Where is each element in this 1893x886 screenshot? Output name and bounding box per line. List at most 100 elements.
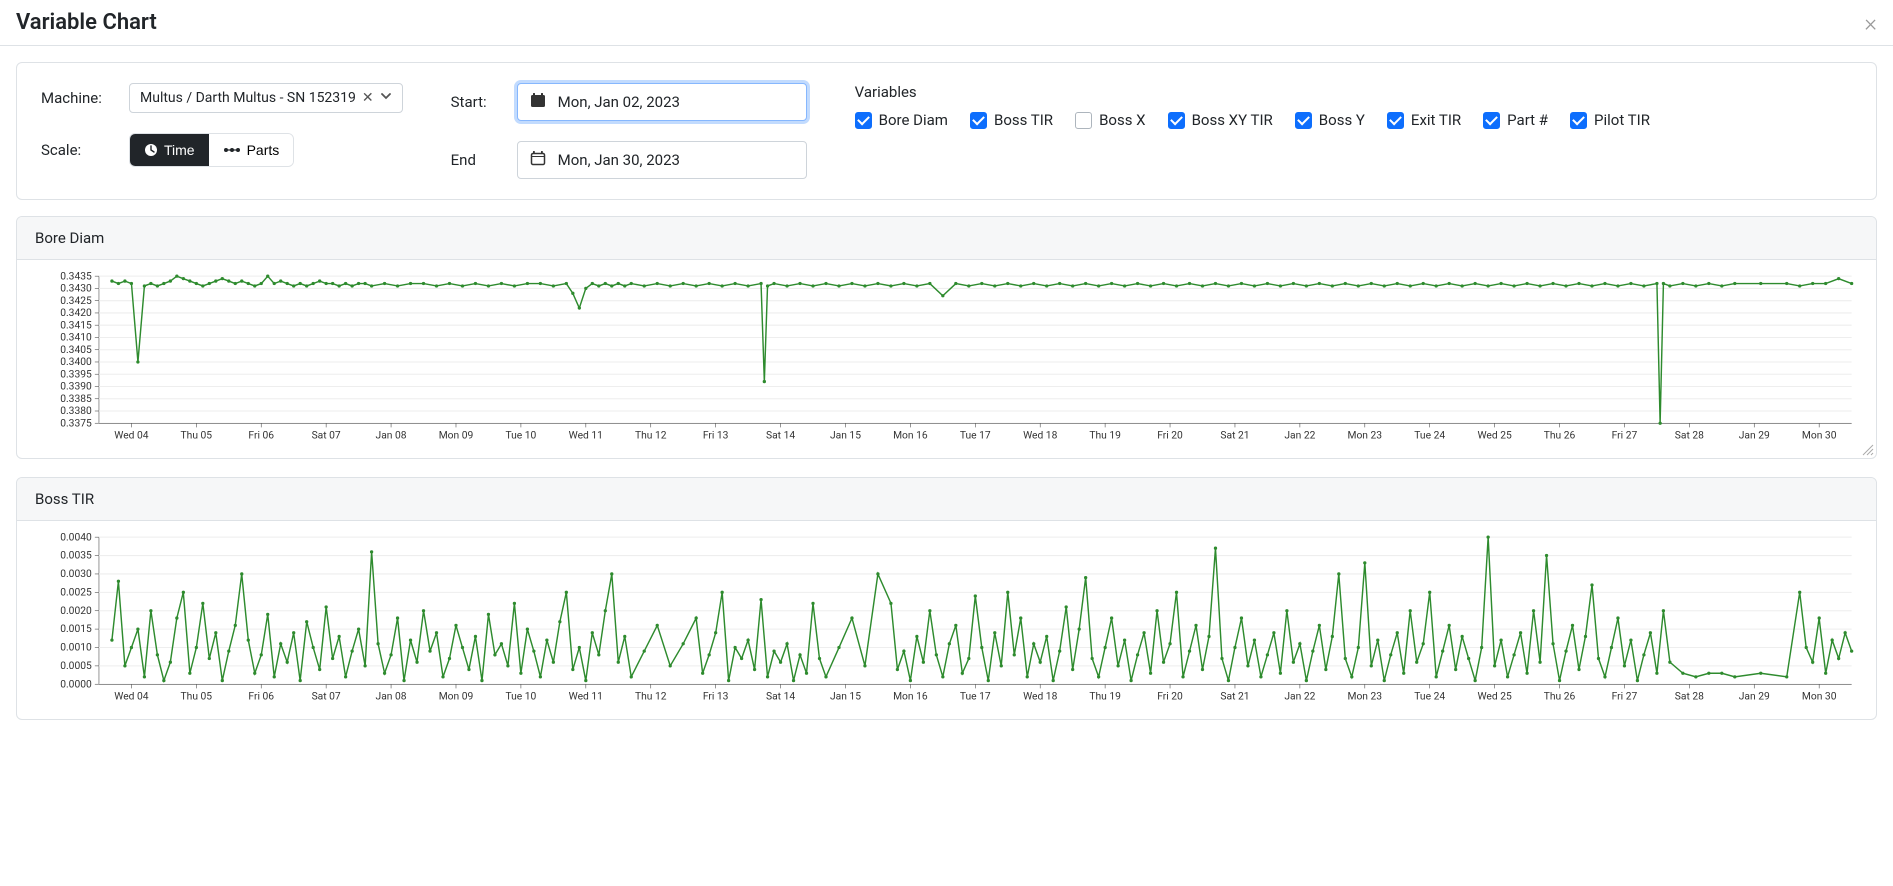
checkbox-label: Part # bbox=[1507, 111, 1548, 129]
connected-nodes-icon bbox=[223, 144, 241, 156]
end-date-input[interactable]: Mon, Jan 30, 2023 bbox=[517, 141, 807, 179]
machine-select[interactable]: Multus / Darth Multus - SN 152319 ✕ bbox=[129, 83, 403, 113]
checkbox-box[interactable] bbox=[970, 112, 987, 129]
controls-panel: Machine: Multus / Darth Multus - SN 1523… bbox=[16, 62, 1877, 200]
resize-handle-icon[interactable] bbox=[1862, 444, 1874, 456]
checkbox-boss_tir[interactable]: Boss TIR bbox=[970, 111, 1053, 129]
svg-text:Sat 21: Sat 21 bbox=[1220, 690, 1249, 703]
svg-text:Fri 20: Fri 20 bbox=[1157, 429, 1183, 442]
svg-text:Jan 15: Jan 15 bbox=[830, 690, 861, 703]
scale-time-button[interactable]: Time bbox=[130, 134, 209, 166]
checkbox-box[interactable] bbox=[1295, 112, 1312, 129]
svg-text:Wed 25: Wed 25 bbox=[1477, 690, 1512, 703]
checkbox-part_no[interactable]: Part # bbox=[1483, 111, 1548, 129]
start-date-value: Mon, Jan 02, 2023 bbox=[558, 93, 680, 111]
svg-text:Wed 25: Wed 25 bbox=[1477, 429, 1512, 442]
svg-text:Wed 18: Wed 18 bbox=[1023, 429, 1058, 442]
svg-text:Jan 22: Jan 22 bbox=[1284, 429, 1315, 442]
svg-text:Wed 18: Wed 18 bbox=[1023, 690, 1058, 703]
svg-text:0.0010: 0.0010 bbox=[60, 641, 92, 654]
checkbox-box[interactable] bbox=[855, 112, 872, 129]
svg-text:Jan 29: Jan 29 bbox=[1739, 429, 1770, 442]
chart-body[interactable]: 0.00000.00050.00100.00150.00200.00250.00… bbox=[17, 521, 1876, 719]
scale-parts-label: Parts bbox=[247, 142, 280, 158]
checkbox-pilot_tir[interactable]: Pilot TIR bbox=[1570, 111, 1650, 129]
svg-text:Sat 28: Sat 28 bbox=[1675, 429, 1704, 442]
svg-text:Wed 11: Wed 11 bbox=[569, 690, 603, 703]
svg-text:0.3400: 0.3400 bbox=[60, 355, 92, 368]
start-label: Start: bbox=[451, 93, 499, 111]
scale-parts-button[interactable]: Parts bbox=[209, 134, 294, 166]
start-date-input[interactable]: Mon, Jan 02, 2023 bbox=[517, 83, 807, 121]
checkbox-box[interactable] bbox=[1168, 112, 1185, 129]
svg-text:0.3425: 0.3425 bbox=[60, 294, 92, 307]
chevron-down-icon[interactable] bbox=[380, 90, 392, 106]
checkbox-label: Exit TIR bbox=[1411, 111, 1461, 129]
scale-toggle-group: Time Parts bbox=[129, 133, 294, 167]
checkbox-bore_diam[interactable]: Bore Diam bbox=[855, 111, 948, 129]
variables-label: Variables bbox=[855, 83, 1852, 101]
svg-text:0.3380: 0.3380 bbox=[60, 404, 92, 417]
chart-card-boss_tir_chart: Boss TIR0.00000.00050.00100.00150.00200.… bbox=[16, 477, 1877, 720]
chart-card-bore_diam_chart: Bore Diam0.33750.33800.33850.33900.33950… bbox=[16, 216, 1877, 459]
svg-text:Sat 07: Sat 07 bbox=[312, 690, 341, 703]
checkbox-exit_tir[interactable]: Exit TIR bbox=[1387, 111, 1461, 129]
checkbox-box[interactable] bbox=[1483, 112, 1500, 129]
machine-value: Multus / Darth Multus - SN 152319 bbox=[140, 90, 356, 106]
svg-text:0.3410: 0.3410 bbox=[60, 331, 92, 344]
svg-text:0.0015: 0.0015 bbox=[60, 622, 92, 635]
chart-title: Boss TIR bbox=[17, 478, 1876, 521]
svg-text:Mon 16: Mon 16 bbox=[893, 690, 928, 703]
svg-text:0.3405: 0.3405 bbox=[60, 343, 92, 356]
checkbox-box[interactable] bbox=[1387, 112, 1404, 129]
svg-text:Jan 08: Jan 08 bbox=[376, 429, 407, 442]
checkbox-label: Boss TIR bbox=[994, 111, 1053, 129]
clock-icon bbox=[144, 143, 158, 157]
checkbox-boss_x[interactable]: Boss X bbox=[1075, 111, 1146, 129]
svg-text:Thu 05: Thu 05 bbox=[181, 690, 213, 703]
svg-text:Tue 10: Tue 10 bbox=[505, 690, 536, 703]
svg-text:Fri 27: Fri 27 bbox=[1612, 690, 1638, 703]
checkbox-box[interactable] bbox=[1570, 112, 1587, 129]
svg-text:0.3435: 0.3435 bbox=[60, 270, 92, 282]
calendar-icon bbox=[530, 92, 546, 112]
svg-text:0.3430: 0.3430 bbox=[60, 282, 92, 295]
modal-title: Variable Chart bbox=[16, 10, 157, 35]
svg-text:0.0000: 0.0000 bbox=[60, 677, 92, 690]
calendar-icon bbox=[530, 150, 546, 170]
svg-text:Tue 24: Tue 24 bbox=[1414, 690, 1445, 703]
chart-body[interactable]: 0.33750.33800.33850.33900.33950.34000.34… bbox=[17, 260, 1876, 458]
svg-text:Jan 29: Jan 29 bbox=[1739, 690, 1770, 703]
svg-text:0.0030: 0.0030 bbox=[60, 567, 92, 580]
svg-text:Mon 09: Mon 09 bbox=[439, 690, 474, 703]
svg-text:Sat 28: Sat 28 bbox=[1675, 690, 1704, 703]
checkbox-label: Boss X bbox=[1099, 111, 1146, 129]
svg-text:0.3415: 0.3415 bbox=[60, 318, 92, 331]
checkbox-boss_xy_tir[interactable]: Boss XY TIR bbox=[1168, 111, 1273, 129]
svg-text:Thu 26: Thu 26 bbox=[1544, 690, 1576, 703]
svg-text:Fri 06: Fri 06 bbox=[248, 690, 274, 703]
svg-text:Tue 17: Tue 17 bbox=[960, 690, 991, 703]
svg-text:Sat 21: Sat 21 bbox=[1220, 429, 1249, 442]
svg-text:Thu 12: Thu 12 bbox=[635, 429, 667, 442]
checkbox-label: Pilot TIR bbox=[1594, 111, 1650, 129]
svg-text:Wed 04: Wed 04 bbox=[114, 429, 149, 442]
close-icon[interactable]: × bbox=[1864, 11, 1877, 35]
svg-text:0.0040: 0.0040 bbox=[60, 531, 92, 543]
checkbox-box[interactable] bbox=[1075, 112, 1092, 129]
svg-text:0.3420: 0.3420 bbox=[60, 306, 92, 319]
clear-icon[interactable]: ✕ bbox=[362, 90, 374, 106]
svg-text:0.3375: 0.3375 bbox=[60, 416, 92, 429]
machine-label: Machine: bbox=[41, 89, 111, 107]
svg-text:Jan 22: Jan 22 bbox=[1284, 690, 1315, 703]
svg-text:Fri 13: Fri 13 bbox=[703, 429, 729, 442]
variables-checkbox-row: Bore Diam Boss TIR Boss X Boss XY TIR Boss Y… bbox=[855, 111, 1852, 129]
svg-text:Sat 14: Sat 14 bbox=[766, 429, 795, 442]
checkbox-boss_y[interactable]: Boss Y bbox=[1295, 111, 1365, 129]
svg-text:Thu 05: Thu 05 bbox=[181, 429, 213, 442]
svg-text:Mon 09: Mon 09 bbox=[439, 429, 474, 442]
svg-text:Mon 23: Mon 23 bbox=[1347, 690, 1382, 703]
checkbox-label: Bore Diam bbox=[879, 111, 948, 129]
svg-text:0.3395: 0.3395 bbox=[60, 367, 92, 380]
svg-text:Mon 30: Mon 30 bbox=[1802, 429, 1837, 442]
